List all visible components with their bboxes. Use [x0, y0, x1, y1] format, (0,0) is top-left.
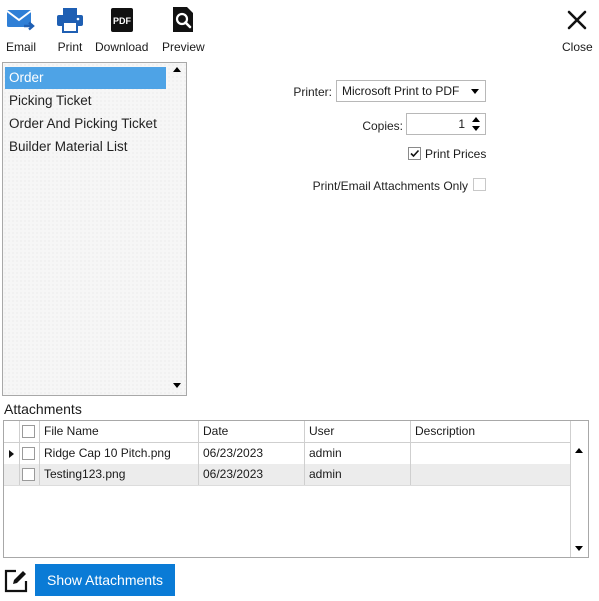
grid-scrollbar[interactable] [570, 421, 588, 557]
pdf-icon-text: PDF [113, 16, 132, 26]
attachments-only-label: Print/Email Attachments Only [312, 179, 468, 193]
preview-button[interactable]: Preview [162, 4, 205, 58]
show-attachments-button[interactable]: Show Attachments [35, 564, 175, 596]
email-button[interactable]: Email [6, 4, 36, 58]
close-icon [562, 4, 592, 36]
row-checkbox[interactable] [22, 447, 35, 460]
cell-user: admin [305, 443, 411, 464]
download-button[interactable]: PDF Download [95, 4, 148, 58]
copies-stepper[interactable]: 1 [406, 113, 486, 135]
column-header-file-name[interactable]: File Name [40, 421, 199, 442]
scroll-down-arrow-icon[interactable] [173, 383, 181, 388]
chevron-down-icon [471, 89, 479, 94]
checkmark-icon [410, 149, 420, 158]
cell-file-name: Testing123.png [40, 464, 199, 485]
report-item-builder-material-list[interactable]: Builder Material List [5, 136, 166, 158]
column-header-description[interactable]: Description [411, 421, 570, 442]
row-checkbox[interactable] [22, 468, 35, 481]
report-item-order[interactable]: Order [5, 67, 166, 89]
cell-date: 06/23/2023 [199, 443, 305, 464]
cell-date: 06/23/2023 [199, 464, 305, 485]
attachments-title: Attachments [4, 401, 82, 417]
printer-select[interactable]: Microsoft Print to PDF [336, 80, 486, 102]
printer-icon [55, 4, 85, 36]
download-label: Download [95, 40, 149, 54]
table-row[interactable]: Testing123.png 06/23/2023 admin [4, 464, 570, 486]
report-item-label: Order And Picking Ticket [9, 116, 157, 131]
email-label: Email [6, 40, 37, 54]
increment-arrow-icon[interactable] [472, 117, 480, 122]
printer-label: Printer: [293, 85, 332, 99]
current-row-arrow-icon [9, 450, 14, 458]
close-label: Close [562, 40, 593, 54]
preview-search-icon [168, 4, 198, 36]
column-header-date[interactable]: Date [199, 421, 305, 442]
close-button[interactable]: Close [562, 4, 593, 58]
report-list-scrollbar[interactable] [169, 63, 186, 395]
print-prices-label: Print Prices [425, 147, 487, 161]
copies-label: Copies: [362, 119, 403, 133]
report-item-picking-ticket[interactable]: Picking Ticket [5, 90, 166, 112]
attachments-only-checkbox[interactable] [473, 178, 486, 191]
table-row[interactable]: Ridge Cap 10 Pitch.png 06/23/2023 admin [4, 443, 570, 465]
report-type-list[interactable]: Order Picking Ticket Order And Picking T… [2, 62, 187, 396]
print-label: Print [57, 40, 83, 54]
preview-label: Preview [162, 40, 205, 54]
print-button[interactable]: Print [55, 4, 85, 58]
attachments-grid[interactable]: File Name Date User Description Ridge Ca… [3, 420, 589, 558]
edit-button[interactable] [3, 568, 29, 594]
report-item-label: Builder Material List [9, 139, 128, 154]
row-select-cell [20, 464, 40, 485]
column-header-user[interactable]: User [305, 421, 411, 442]
edit-icon [4, 569, 28, 593]
copies-value: 1 [458, 117, 465, 131]
cell-user: admin [305, 464, 411, 485]
scroll-up-arrow-icon[interactable] [173, 67, 181, 72]
pdf-icon: PDF [107, 4, 137, 36]
select-all-checkbox[interactable] [22, 425, 35, 438]
scroll-up-arrow-icon[interactable] [575, 448, 583, 453]
grid-header: File Name Date User Description [4, 421, 570, 443]
row-indicator [4, 464, 20, 485]
select-all-cell [20, 421, 40, 442]
cell-description [411, 464, 570, 485]
cell-file-name: Ridge Cap 10 Pitch.png [40, 443, 199, 464]
scroll-down-arrow-icon[interactable] [575, 546, 583, 551]
row-select-cell [20, 443, 40, 464]
row-indicator [4, 443, 20, 464]
report-item-label: Order [9, 70, 44, 85]
decrement-arrow-icon[interactable] [472, 126, 480, 131]
cell-description [411, 443, 570, 464]
row-header-corner [4, 421, 20, 442]
report-item-label: Picking Ticket [9, 93, 92, 108]
report-item-order-and-picking-ticket[interactable]: Order And Picking Ticket [5, 113, 166, 135]
print-prices-checkbox[interactable] [408, 147, 421, 160]
email-icon [6, 4, 36, 36]
printer-value: Microsoft Print to PDF [342, 84, 460, 98]
